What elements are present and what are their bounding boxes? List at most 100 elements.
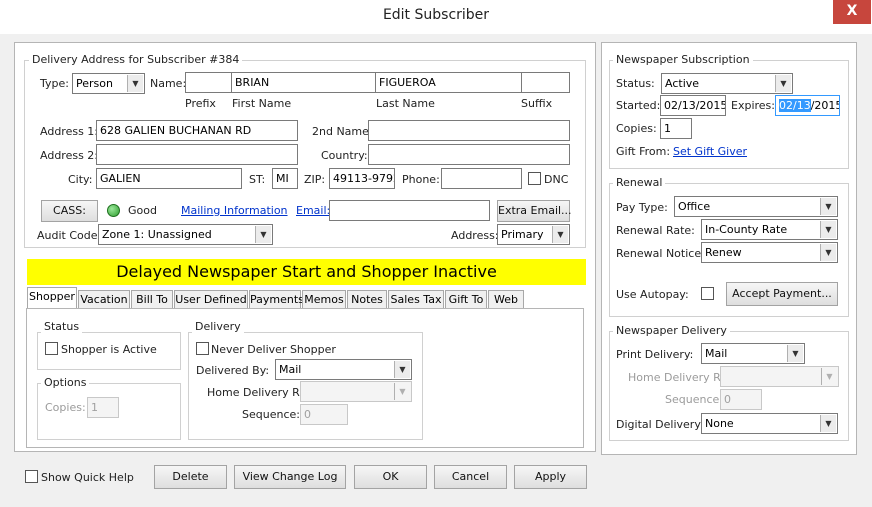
type-label: Type:: [40, 77, 69, 90]
prefix-caption: Prefix: [185, 97, 216, 110]
prefix-input[interactable]: [185, 72, 232, 93]
use-autopay-checkbox[interactable]: [701, 287, 714, 300]
paper-sequence-input[interactable]: 0: [720, 389, 762, 410]
cancel-button[interactable]: Cancel: [434, 465, 507, 489]
shopper-options-legend: Options: [41, 376, 90, 389]
shopper-home-rt-select[interactable]: ▼: [300, 381, 412, 402]
newspaper-delivery-legend: Newspaper Delivery: [613, 324, 730, 337]
subscription-copies-input[interactable]: 1: [660, 118, 692, 139]
never-deliver-checkbox[interactable]: [196, 342, 209, 355]
tab-gift-to[interactable]: Gift To: [445, 290, 487, 309]
renewal-notice-select[interactable]: Renew ▼: [701, 242, 838, 263]
city-input[interactable]: GALIEN: [96, 168, 242, 189]
subscription-legend: Newspaper Subscription: [613, 53, 753, 66]
digital-delivery-label: Digital Delivery:: [616, 418, 704, 431]
shopper-copies-input[interactable]: 1: [87, 397, 119, 418]
expires-selected-text: 02/13: [779, 99, 811, 112]
phone-label: Phone:: [402, 173, 440, 186]
apply-button[interactable]: Apply: [514, 465, 587, 489]
accept-payment-button[interactable]: Accept Payment...: [726, 282, 838, 306]
address2-input[interactable]: [96, 144, 298, 165]
quick-help-label: Show Quick Help: [41, 471, 134, 484]
started-input[interactable]: 02/13/2015: [660, 95, 726, 116]
extra-email-button[interactable]: Extra Email...: [497, 200, 572, 222]
tab-payments[interactable]: Payments: [249, 290, 304, 309]
quick-help-checkbox[interactable]: [25, 470, 38, 483]
use-autopay-label: Use Autopay:: [616, 288, 689, 301]
city-label: City:: [68, 173, 93, 186]
shopper-sequence-label: Sequence:: [242, 408, 300, 421]
paper-home-rt-select[interactable]: ▼: [720, 366, 839, 387]
chevron-down-icon: ▼: [775, 75, 791, 92]
pay-type-value: Office: [678, 200, 711, 213]
set-gift-giver-link[interactable]: Set Gift Giver: [673, 145, 747, 158]
tab-notes[interactable]: Notes: [347, 290, 387, 309]
audit-code-label: Audit Code:: [37, 229, 102, 242]
dnc-label: DNC: [544, 173, 569, 186]
tab-bill-to[interactable]: Bill To: [131, 290, 173, 309]
second-name-label: 2nd Name:: [312, 125, 373, 138]
digital-delivery-select[interactable]: None ▼: [701, 413, 838, 434]
suffix-input[interactable]: [521, 72, 570, 93]
print-delivery-label: Print Delivery:: [616, 348, 694, 361]
delete-button[interactable]: Delete: [154, 465, 227, 489]
email-input[interactable]: [329, 200, 490, 221]
email-link[interactable]: Email:: [296, 204, 330, 217]
last-name-input[interactable]: FIGUEROA: [375, 72, 522, 93]
second-name-input[interactable]: [368, 120, 570, 141]
tab-web[interactable]: Web: [488, 290, 524, 309]
mailing-information-link[interactable]: Mailing Information: [181, 204, 288, 217]
tab-memos[interactable]: Memos: [302, 290, 346, 309]
ok-button[interactable]: OK: [354, 465, 427, 489]
window-title: Edit Subscriber: [382, 7, 490, 23]
address-type-select[interactable]: Primary ▼: [497, 224, 570, 245]
chevron-down-icon: ▼: [820, 198, 836, 215]
delivered-by-select[interactable]: Mail ▼: [275, 359, 412, 380]
shopper-status-legend: Status: [41, 320, 83, 333]
subscription-status-select[interactable]: Active ▼: [661, 73, 793, 94]
type-select[interactable]: Person ▼: [72, 73, 145, 94]
cass-status-text: Good: [128, 204, 157, 217]
tab-sales-tax[interactable]: Sales Tax: [388, 290, 444, 309]
dnc-checkbox[interactable]: [528, 172, 541, 185]
status-banner: Delayed Newspaper Start and Shopper Inac…: [27, 259, 586, 285]
last-name-caption: Last Name: [376, 97, 435, 110]
chevron-down-icon: ▼: [127, 75, 143, 92]
expires-label: Expires:: [731, 99, 775, 112]
tab-user-defined[interactable]: User Defined: [174, 290, 248, 309]
address1-input[interactable]: 628 GALIEN BUCHANAN RD: [96, 120, 298, 141]
chevron-down-icon: ▼: [255, 226, 271, 243]
cass-button[interactable]: CASS:: [41, 200, 98, 222]
close-button[interactable]: X: [833, 0, 871, 24]
paper-sequence-label: Sequence:: [665, 393, 723, 406]
renewal-rate-select[interactable]: In-County Rate ▼: [701, 219, 838, 240]
zip-input[interactable]: 49113-9792: [329, 168, 395, 189]
name-label: Name:: [150, 77, 187, 90]
address-type-label: Address:: [451, 229, 499, 242]
chevron-down-icon: ▼: [394, 383, 410, 400]
audit-code-select[interactable]: Zone 1: Unassigned ▼: [98, 224, 273, 245]
st-input[interactable]: MI: [272, 168, 298, 189]
gift-from-label: Gift From:: [616, 145, 671, 158]
tab-shopper[interactable]: Shopper: [27, 287, 77, 309]
shopper-active-label: Shopper is Active: [61, 343, 157, 356]
country-label: Country:: [321, 149, 368, 162]
delivered-by-value: Mail: [279, 363, 302, 376]
first-name-input[interactable]: BRIAN: [231, 72, 376, 93]
shopper-active-checkbox[interactable]: [45, 342, 58, 355]
shopper-sequence-input[interactable]: 0: [300, 404, 348, 425]
never-deliver-label: Never Deliver Shopper: [211, 343, 336, 356]
address-type-value: Primary: [501, 228, 544, 241]
expires-input[interactable]: 02/13/2015: [775, 95, 840, 116]
pay-type-select[interactable]: Office ▼: [674, 196, 838, 217]
country-input[interactable]: [368, 144, 570, 165]
chevron-down-icon: ▼: [820, 244, 836, 261]
chevron-down-icon: ▼: [552, 226, 568, 243]
tab-vacation[interactable]: Vacation: [78, 290, 130, 309]
expires-rest-text: /2015: [810, 99, 840, 112]
chevron-down-icon: ▼: [787, 345, 803, 362]
print-delivery-select[interactable]: Mail ▼: [701, 343, 805, 364]
phone-input[interactable]: [441, 168, 522, 189]
delivery-address-legend: Delivery Address for Subscriber #384: [29, 53, 243, 66]
view-change-log-button[interactable]: View Change Log: [234, 465, 346, 489]
